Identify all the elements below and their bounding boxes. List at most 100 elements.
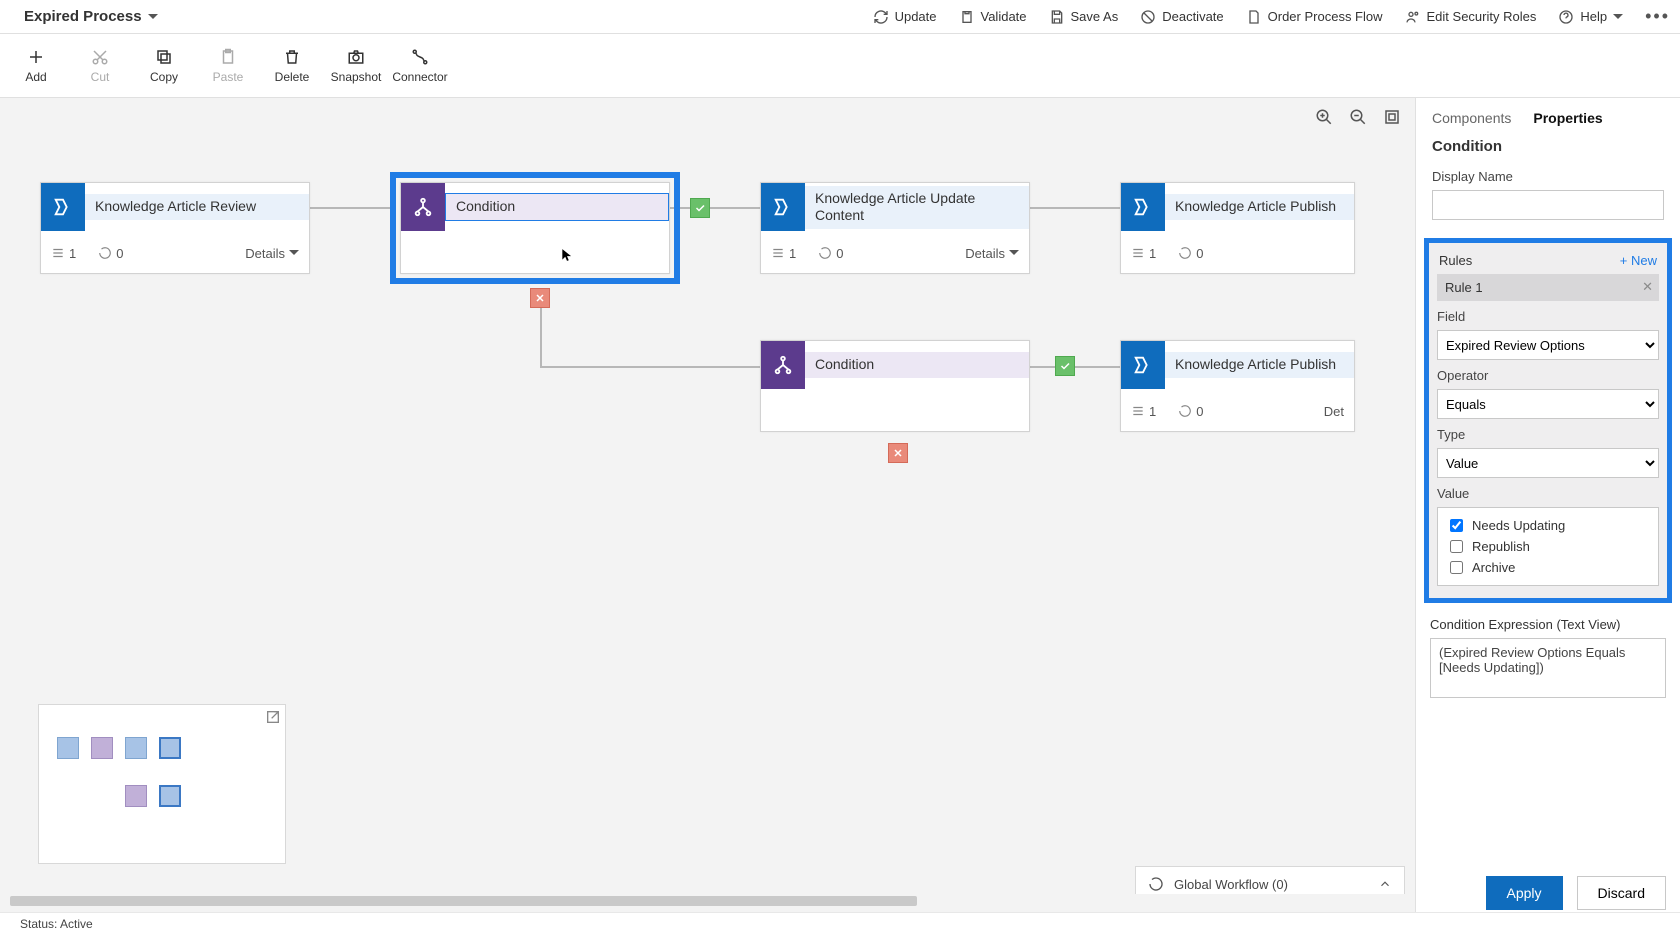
workflow-icon [1148, 876, 1164, 892]
connector-line [1030, 207, 1130, 209]
connector-line [670, 207, 760, 209]
rules-title: Rules [1439, 253, 1472, 268]
remove-rule-button[interactable]: ✕ [1642, 279, 1653, 295]
minimap-node [57, 737, 79, 759]
stage-update-content[interactable]: Knowledge Article Update Content 1 0 Det… [760, 182, 1030, 274]
status-bar: Status: Active [0, 912, 1680, 936]
plus-icon [27, 48, 45, 66]
snapshot-button[interactable]: Snapshot [324, 48, 388, 84]
expression-box: (Expired Review Options Equals [Needs Up… [1430, 638, 1666, 698]
stage-publish-2[interactable]: Knowledge Article Publish 1 0 Det [1120, 340, 1355, 432]
fit-icon [1383, 108, 1401, 126]
fit-button[interactable] [1381, 106, 1403, 128]
validate-button[interactable]: Validate [959, 9, 1027, 25]
new-rule-button[interactable]: + New [1620, 253, 1657, 268]
popout-icon[interactable] [265, 709, 281, 725]
more-button[interactable]: ••• [1645, 6, 1670, 27]
refresh-icon [873, 9, 889, 25]
display-name-label: Display Name [1432, 169, 1664, 184]
zoom-in-button[interactable] [1313, 106, 1335, 128]
edit-roles-button[interactable]: Edit Security Roles [1405, 9, 1537, 25]
stage-knowledge-article-review[interactable]: Knowledge Article Review 1 0 Details [40, 182, 310, 274]
save-as-button[interactable]: Save As [1049, 9, 1119, 25]
stage-icon [1121, 341, 1165, 389]
connector-line [1030, 366, 1130, 368]
condition-icon [401, 183, 445, 231]
steps-count: 1 [1131, 246, 1156, 261]
chevron-down-icon [289, 250, 299, 260]
value-option-archive[interactable]: Archive [1446, 558, 1650, 577]
connector-icon [411, 48, 429, 66]
cut-icon [91, 48, 109, 66]
operator-label: Operator [1437, 368, 1659, 383]
zoom-out-icon [1349, 108, 1367, 126]
loops-count: 0 [1178, 404, 1203, 419]
document-icon [1246, 9, 1262, 25]
save-icon [1049, 9, 1065, 25]
value-label: Value [1437, 486, 1659, 501]
header-bar: Expired Process Update Validate Save As … [0, 0, 1680, 34]
loops-count: 0 [1178, 246, 1203, 261]
minimap[interactable] [38, 704, 286, 864]
scrollbar-thumb[interactable] [10, 896, 917, 906]
canvas-scrollbar[interactable] [10, 894, 1405, 908]
add-button[interactable]: Add [4, 48, 68, 84]
stage-publish-1[interactable]: Knowledge Article Publish 1 0 [1120, 182, 1355, 274]
steps-count: 1 [51, 246, 76, 261]
trash-icon [283, 48, 301, 66]
delete-button[interactable]: Delete [260, 48, 324, 84]
false-chip [530, 288, 550, 308]
copy-button[interactable]: Copy [132, 48, 196, 84]
steps-count: 1 [1131, 404, 1156, 419]
paste-button[interactable]: Paste [196, 48, 260, 84]
tab-components[interactable]: Components [1432, 110, 1511, 126]
type-select[interactable]: Value [1437, 448, 1659, 478]
chevron-down-icon [1009, 250, 1019, 260]
rules-box: Rules + New Rule 1 ✕ Field Expired Revie… [1424, 238, 1672, 603]
panel-section-title: Condition [1432, 138, 1664, 155]
connector-line [310, 207, 390, 209]
apply-button[interactable]: Apply [1486, 876, 1563, 910]
canvas[interactable]: Knowledge Article Review 1 0 Details Con… [0, 98, 1415, 912]
details-toggle[interactable]: Details [245, 246, 299, 261]
condition-node-1[interactable]: Condition [400, 182, 670, 274]
value-options: Needs Updating Republish Archive [1437, 507, 1659, 586]
process-title[interactable]: Expired Process [24, 8, 158, 25]
update-button[interactable]: Update [873, 9, 937, 25]
display-name-input[interactable] [1432, 190, 1664, 220]
connector-button[interactable]: Connector [388, 48, 452, 84]
connector-line [540, 366, 760, 368]
true-chip [690, 198, 710, 218]
value-option-republish[interactable]: Republish [1446, 537, 1650, 556]
tab-properties[interactable]: Properties [1533, 110, 1602, 126]
details-toggle[interactable]: Det [1324, 404, 1344, 419]
operator-select[interactable]: Equals [1437, 389, 1659, 419]
field-select[interactable]: Expired Review Options [1437, 330, 1659, 360]
rule-1-header[interactable]: Rule 1 ✕ [1437, 274, 1659, 301]
deactivate-button[interactable]: Deactivate [1140, 9, 1223, 25]
paste-icon [219, 48, 237, 66]
false-chip [888, 443, 908, 463]
stage-icon [41, 183, 85, 231]
discard-button[interactable]: Discard [1577, 876, 1666, 910]
details-toggle[interactable]: Details [965, 246, 1019, 261]
order-process-button[interactable]: Order Process Flow [1246, 9, 1383, 25]
chevron-up-icon [1378, 877, 1392, 891]
camera-icon [347, 48, 365, 66]
type-label: Type [1437, 427, 1659, 442]
help-icon [1558, 9, 1574, 25]
field-label: Field [1437, 309, 1659, 324]
properties-panel: Components Properties Condition Display … [1415, 98, 1680, 912]
cut-button[interactable]: Cut [68, 48, 132, 84]
condition-node-2[interactable]: Condition [760, 340, 1030, 432]
minimap-node [91, 737, 113, 759]
zoom-out-button[interactable] [1347, 106, 1369, 128]
help-button[interactable]: Help [1558, 9, 1623, 25]
minimap-node [125, 737, 147, 759]
stage-icon [1121, 183, 1165, 231]
value-option-needs-updating[interactable]: Needs Updating [1446, 516, 1650, 535]
true-chip [1055, 356, 1075, 376]
loops-count: 0 [818, 246, 843, 261]
deactivate-icon [1140, 9, 1156, 25]
condition-icon [761, 341, 805, 389]
